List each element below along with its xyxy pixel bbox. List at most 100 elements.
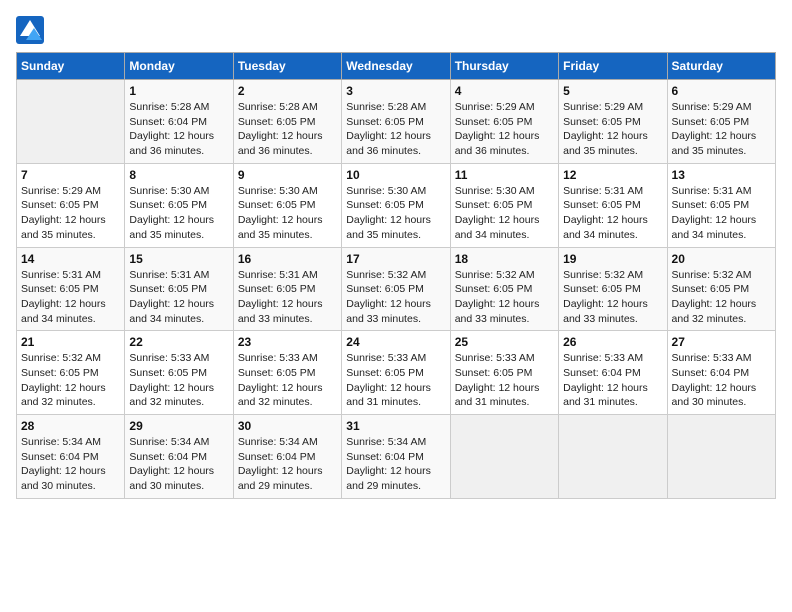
day-cell: 31 Sunrise: 5:34 AMSunset: 6:04 PMDaylig… — [342, 415, 450, 499]
day-number: 19 — [563, 252, 662, 266]
day-number: 31 — [346, 419, 445, 433]
day-info: Sunrise: 5:28 AMSunset: 6:04 PMDaylight:… — [129, 100, 228, 159]
day-info: Sunrise: 5:32 AMSunset: 6:05 PMDaylight:… — [455, 268, 554, 327]
day-info: Sunrise: 5:29 AMSunset: 6:05 PMDaylight:… — [21, 184, 120, 243]
day-info: Sunrise: 5:31 AMSunset: 6:05 PMDaylight:… — [129, 268, 228, 327]
day-cell: 13 Sunrise: 5:31 AMSunset: 6:05 PMDaylig… — [667, 163, 775, 247]
day-info: Sunrise: 5:29 AMSunset: 6:05 PMDaylight:… — [563, 100, 662, 159]
header-cell-thursday: Thursday — [450, 53, 558, 80]
day-cell: 28 Sunrise: 5:34 AMSunset: 6:04 PMDaylig… — [17, 415, 125, 499]
day-info: Sunrise: 5:31 AMSunset: 6:05 PMDaylight:… — [563, 184, 662, 243]
day-number: 9 — [238, 168, 337, 182]
header-cell-saturday: Saturday — [667, 53, 775, 80]
day-cell: 4 Sunrise: 5:29 AMSunset: 6:05 PMDayligh… — [450, 80, 558, 164]
day-info: Sunrise: 5:32 AMSunset: 6:05 PMDaylight:… — [346, 268, 445, 327]
week-row: 28 Sunrise: 5:34 AMSunset: 6:04 PMDaylig… — [17, 415, 776, 499]
day-cell — [559, 415, 667, 499]
day-cell: 1 Sunrise: 5:28 AMSunset: 6:04 PMDayligh… — [125, 80, 233, 164]
day-info: Sunrise: 5:33 AMSunset: 6:04 PMDaylight:… — [672, 351, 771, 410]
day-cell: 17 Sunrise: 5:32 AMSunset: 6:05 PMDaylig… — [342, 247, 450, 331]
day-number: 14 — [21, 252, 120, 266]
day-info: Sunrise: 5:31 AMSunset: 6:05 PMDaylight:… — [238, 268, 337, 327]
day-info: Sunrise: 5:33 AMSunset: 6:05 PMDaylight:… — [346, 351, 445, 410]
day-number: 30 — [238, 419, 337, 433]
day-cell: 19 Sunrise: 5:32 AMSunset: 6:05 PMDaylig… — [559, 247, 667, 331]
day-cell: 3 Sunrise: 5:28 AMSunset: 6:05 PMDayligh… — [342, 80, 450, 164]
header-cell-monday: Monday — [125, 53, 233, 80]
header-cell-friday: Friday — [559, 53, 667, 80]
day-number: 6 — [672, 84, 771, 98]
day-number: 23 — [238, 335, 337, 349]
day-cell: 18 Sunrise: 5:32 AMSunset: 6:05 PMDaylig… — [450, 247, 558, 331]
day-cell: 16 Sunrise: 5:31 AMSunset: 6:05 PMDaylig… — [233, 247, 341, 331]
header-cell-tuesday: Tuesday — [233, 53, 341, 80]
day-cell: 20 Sunrise: 5:32 AMSunset: 6:05 PMDaylig… — [667, 247, 775, 331]
day-info: Sunrise: 5:33 AMSunset: 6:05 PMDaylight:… — [129, 351, 228, 410]
day-number: 18 — [455, 252, 554, 266]
week-row: 7 Sunrise: 5:29 AMSunset: 6:05 PMDayligh… — [17, 163, 776, 247]
day-number: 24 — [346, 335, 445, 349]
logo-icon — [16, 16, 44, 44]
day-cell: 29 Sunrise: 5:34 AMSunset: 6:04 PMDaylig… — [125, 415, 233, 499]
day-number: 22 — [129, 335, 228, 349]
day-number: 15 — [129, 252, 228, 266]
day-number: 4 — [455, 84, 554, 98]
day-info: Sunrise: 5:29 AMSunset: 6:05 PMDaylight:… — [672, 100, 771, 159]
day-cell: 12 Sunrise: 5:31 AMSunset: 6:05 PMDaylig… — [559, 163, 667, 247]
day-cell: 21 Sunrise: 5:32 AMSunset: 6:05 PMDaylig… — [17, 331, 125, 415]
week-row: 21 Sunrise: 5:32 AMSunset: 6:05 PMDaylig… — [17, 331, 776, 415]
day-number: 5 — [563, 84, 662, 98]
day-number: 13 — [672, 168, 771, 182]
day-info: Sunrise: 5:32 AMSunset: 6:05 PMDaylight:… — [21, 351, 120, 410]
day-number: 8 — [129, 168, 228, 182]
header — [16, 16, 776, 44]
day-info: Sunrise: 5:33 AMSunset: 6:05 PMDaylight:… — [455, 351, 554, 410]
header-cell-wednesday: Wednesday — [342, 53, 450, 80]
day-cell: 7 Sunrise: 5:29 AMSunset: 6:05 PMDayligh… — [17, 163, 125, 247]
day-number: 25 — [455, 335, 554, 349]
day-info: Sunrise: 5:32 AMSunset: 6:05 PMDaylight:… — [563, 268, 662, 327]
day-info: Sunrise: 5:32 AMSunset: 6:05 PMDaylight:… — [672, 268, 771, 327]
day-number: 1 — [129, 84, 228, 98]
day-number: 10 — [346, 168, 445, 182]
day-cell: 30 Sunrise: 5:34 AMSunset: 6:04 PMDaylig… — [233, 415, 341, 499]
day-info: Sunrise: 5:34 AMSunset: 6:04 PMDaylight:… — [21, 435, 120, 494]
day-number: 12 — [563, 168, 662, 182]
week-row: 14 Sunrise: 5:31 AMSunset: 6:05 PMDaylig… — [17, 247, 776, 331]
day-cell: 15 Sunrise: 5:31 AMSunset: 6:05 PMDaylig… — [125, 247, 233, 331]
day-number: 26 — [563, 335, 662, 349]
day-cell: 6 Sunrise: 5:29 AMSunset: 6:05 PMDayligh… — [667, 80, 775, 164]
day-info: Sunrise: 5:30 AMSunset: 6:05 PMDaylight:… — [238, 184, 337, 243]
day-cell — [450, 415, 558, 499]
day-cell: 26 Sunrise: 5:33 AMSunset: 6:04 PMDaylig… — [559, 331, 667, 415]
day-info: Sunrise: 5:28 AMSunset: 6:05 PMDaylight:… — [238, 100, 337, 159]
day-info: Sunrise: 5:28 AMSunset: 6:05 PMDaylight:… — [346, 100, 445, 159]
day-number: 28 — [21, 419, 120, 433]
day-info: Sunrise: 5:34 AMSunset: 6:04 PMDaylight:… — [238, 435, 337, 494]
day-number: 29 — [129, 419, 228, 433]
day-number: 21 — [21, 335, 120, 349]
day-info: Sunrise: 5:34 AMSunset: 6:04 PMDaylight:… — [346, 435, 445, 494]
day-info: Sunrise: 5:34 AMSunset: 6:04 PMDaylight:… — [129, 435, 228, 494]
day-cell: 10 Sunrise: 5:30 AMSunset: 6:05 PMDaylig… — [342, 163, 450, 247]
header-cell-sunday: Sunday — [17, 53, 125, 80]
day-info: Sunrise: 5:33 AMSunset: 6:05 PMDaylight:… — [238, 351, 337, 410]
day-cell: 22 Sunrise: 5:33 AMSunset: 6:05 PMDaylig… — [125, 331, 233, 415]
calendar-table: SundayMondayTuesdayWednesdayThursdayFrid… — [16, 52, 776, 499]
day-info: Sunrise: 5:30 AMSunset: 6:05 PMDaylight:… — [129, 184, 228, 243]
day-number: 17 — [346, 252, 445, 266]
day-number: 27 — [672, 335, 771, 349]
day-cell: 23 Sunrise: 5:33 AMSunset: 6:05 PMDaylig… — [233, 331, 341, 415]
day-number: 16 — [238, 252, 337, 266]
day-cell: 2 Sunrise: 5:28 AMSunset: 6:05 PMDayligh… — [233, 80, 341, 164]
day-number: 11 — [455, 168, 554, 182]
day-info: Sunrise: 5:33 AMSunset: 6:04 PMDaylight:… — [563, 351, 662, 410]
day-number: 7 — [21, 168, 120, 182]
day-info: Sunrise: 5:30 AMSunset: 6:05 PMDaylight:… — [455, 184, 554, 243]
header-row: SundayMondayTuesdayWednesdayThursdayFrid… — [17, 53, 776, 80]
day-number: 20 — [672, 252, 771, 266]
day-cell: 27 Sunrise: 5:33 AMSunset: 6:04 PMDaylig… — [667, 331, 775, 415]
day-cell: 14 Sunrise: 5:31 AMSunset: 6:05 PMDaylig… — [17, 247, 125, 331]
day-cell: 25 Sunrise: 5:33 AMSunset: 6:05 PMDaylig… — [450, 331, 558, 415]
logo — [16, 16, 48, 44]
